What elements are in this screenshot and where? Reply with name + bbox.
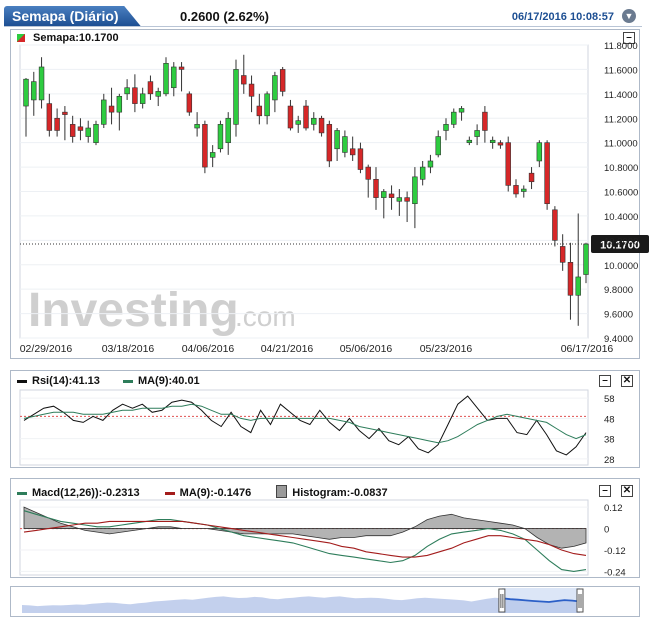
instrument-title[interactable]: Semapa (Diário): [4, 6, 141, 26]
price-legend: Semapa:10.1700: [17, 32, 119, 44]
macd-legend-text: Macd(12,26)):-0.2313: [32, 487, 140, 499]
macd-panel: Macd(12,26)):-0.2313 MA(9):-0.1476 Histo…: [10, 478, 640, 578]
price-panel: Semapa:10.1700 –: [10, 29, 640, 359]
rsi-ma-swatch: [122, 379, 133, 383]
macd-ma-swatch: [164, 491, 175, 495]
hist-swatch: [276, 485, 288, 498]
macd-legend: Macd(12,26)):-0.2313 MA(9):-0.1476 Histo…: [17, 485, 388, 499]
chevron-down-icon[interactable]: ▼: [622, 9, 636, 23]
chart-header: Semapa (Diário) 0.2600 (2.62%) 06/17/201…: [0, 0, 650, 28]
price-legend-text: Semapa:10.1700: [33, 32, 119, 44]
minimize-button[interactable]: –: [623, 32, 635, 44]
macd-ma-legend-text: MA(9):-0.1476: [179, 487, 252, 499]
rsi-legend: Rsi(14):41.13 MA(9):40.01: [17, 375, 200, 387]
rsi-swatch: [17, 379, 27, 383]
hist-legend-text: Histogram:-0.0837: [292, 487, 388, 499]
macd-close-button[interactable]: ✕: [621, 485, 633, 497]
price-legend-icon: [17, 34, 25, 42]
rsi-panel: Rsi(14):41.13 MA(9):40.01 – ✕: [10, 370, 640, 468]
navigator-panel[interactable]: [10, 586, 640, 617]
macd-swatch: [17, 491, 27, 495]
macd-minimize-button[interactable]: –: [599, 485, 611, 497]
rsi-ma-legend-text: MA(9):40.01: [137, 375, 200, 387]
rsi-close-button[interactable]: ✕: [621, 375, 633, 387]
timestamp: 06/17/2016 10:08:57: [511, 11, 614, 23]
price-change: 0.2600 (2.62%): [180, 9, 269, 24]
rsi-minimize-button[interactable]: –: [599, 375, 611, 387]
rsi-legend-text: Rsi(14):41.13: [32, 375, 100, 387]
header-divider: [4, 26, 642, 27]
